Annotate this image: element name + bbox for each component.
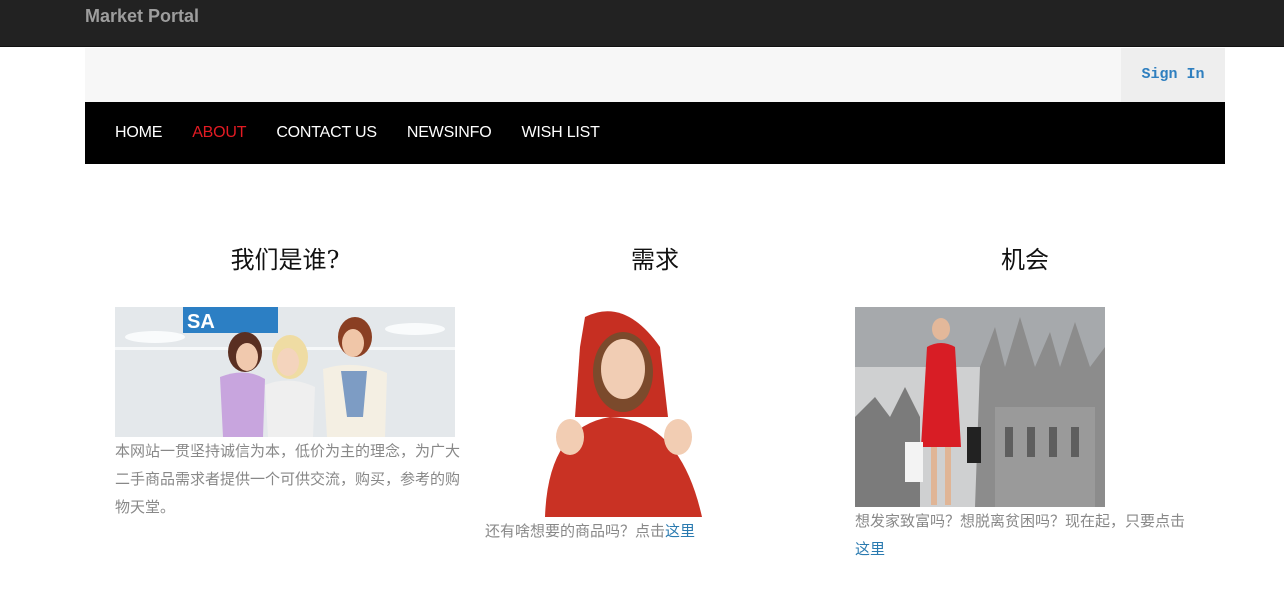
sign-in-bar: Sign In (85, 48, 1225, 102)
svg-text:SA: SA (187, 311, 215, 333)
nav-item-wish-list[interactable]: WISH LIST (521, 124, 599, 142)
opportunity-description: 想发家致富吗？想脱离贫困吗？现在起，只要点击这里 (855, 507, 1200, 563)
section-opportunity: 机会 (855, 240, 1195, 275)
section-who-we-are: 我们是谁? (115, 240, 455, 275)
demand-text-block: 还有啥想要的商品吗？点击这里 (485, 517, 830, 545)
nav-item-newsinfo[interactable]: NEWSINFO (407, 124, 492, 142)
nav-item-home[interactable]: HOME (115, 124, 162, 142)
opportunity-description-text: 想发家致富吗？想脱离贫困吗？现在起，只要点击 (855, 512, 1186, 530)
demand-description: 还有啥想要的商品吗？点击这里 (485, 517, 830, 545)
nav-item-about[interactable]: ABOUT (192, 124, 246, 142)
nav-item-contact-us[interactable]: CONTACT US (276, 124, 377, 142)
section-title-demand: 需求 (631, 246, 679, 274)
sign-in-button[interactable]: Sign In (1121, 48, 1225, 102)
red-hood-woman-image (490, 307, 715, 517)
shopping-women-image: SA (115, 307, 455, 437)
section-demand: 需求 (485, 240, 825, 275)
cathedral-woman-image (855, 307, 1105, 507)
who-we-are-text-block: 本网站一贯坚持诚信为本，低价为主的理念，为广大二手商品需求者提供一个可供交流，购… (115, 437, 460, 521)
brand-logo-text[interactable]: Market Portal (85, 6, 199, 27)
demand-description-text: 还有啥想要的商品吗？点击 (485, 522, 666, 540)
opportunity-here-link[interactable]: 这里 (855, 540, 885, 558)
top-header-bar: Market Portal (0, 0, 1284, 47)
opportunity-text-block: 想发家致富吗？想脱离贫困吗？现在起，只要点击这里 (855, 507, 1200, 563)
demand-here-link[interactable]: 这里 (665, 522, 695, 540)
section-title-opportunity: 机会 (1001, 246, 1049, 274)
who-we-are-description: 本网站一贯坚持诚信为本，低价为主的理念，为广大二手商品需求者提供一个可供交流，购… (115, 442, 461, 516)
main-navbar: HOME ABOUT CONTACT US NEWSINFO WISH LIST (85, 102, 1225, 164)
section-title-who-we-are: 我们是谁? (230, 246, 340, 274)
